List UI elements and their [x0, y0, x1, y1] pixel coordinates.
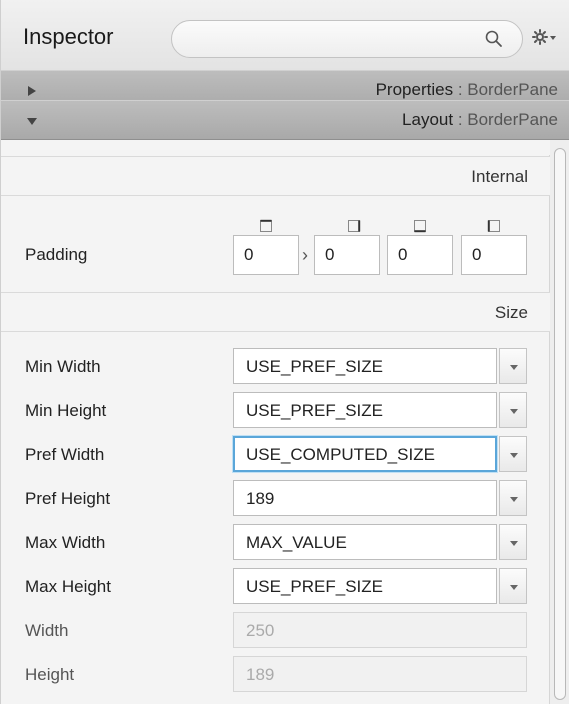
pref-width-field[interactable]: USE_COMPUTED_SIZE	[233, 436, 497, 472]
section-properties-label: Properties	[375, 80, 454, 99]
padding-right-icon	[348, 220, 361, 232]
scrollbar-thumb[interactable]	[554, 148, 566, 700]
pref-height-combo[interactable]: 189	[233, 480, 527, 516]
min-height-label: Min Height	[25, 401, 107, 420]
section-layout-label: Layout	[402, 110, 454, 129]
max-width-dropdown-button[interactable]	[499, 524, 527, 560]
vertical-scrollbar[interactable]	[550, 140, 569, 704]
gear-icon[interactable]	[531, 27, 557, 47]
chevron-down-icon	[510, 365, 518, 370]
section-properties-control: BorderPane	[467, 80, 558, 99]
chevron-down-icon	[510, 497, 518, 502]
chevron-down-icon	[510, 453, 518, 458]
min-width-field[interactable]: USE_PREF_SIZE	[233, 348, 497, 384]
height-label: Height	[25, 665, 75, 684]
group-size-label: Size	[494, 303, 528, 322]
min-width-label: Min Width	[25, 357, 101, 376]
collapse-triangle-icon[interactable]	[25, 114, 39, 128]
section-layout[interactable]: Layout : BorderPane	[1, 100, 569, 140]
max-height-label: Max Height	[25, 577, 111, 596]
group-internal-label: Internal	[471, 167, 528, 186]
chevron-down-icon	[510, 585, 518, 590]
padding-top-field[interactable]: 0	[233, 235, 299, 275]
min-height-field[interactable]: USE_PREF_SIZE	[233, 392, 497, 428]
width-label: Width	[25, 621, 69, 640]
search-input[interactable]	[171, 20, 523, 58]
expand-triangle-icon[interactable]	[25, 84, 39, 98]
search-icon[interactable]	[484, 29, 504, 49]
chevron-down-icon	[510, 409, 518, 414]
max-height-combo[interactable]: USE_PREF_SIZE	[233, 568, 527, 604]
inspector-panel: Inspector Properties: BorderPane Layout…	[0, 0, 569, 704]
max-width-combo[interactable]: MAX_VALUE	[233, 524, 527, 560]
pref-height-field[interactable]: 189	[233, 480, 497, 516]
min-height-dropdown-button[interactable]	[499, 392, 527, 428]
max-height-field[interactable]: USE_PREF_SIZE	[233, 568, 497, 604]
padding-label: Padding	[25, 245, 88, 264]
pref-width-dropdown-button[interactable]	[499, 436, 527, 472]
group-internal: Internal	[1, 156, 550, 196]
width-readonly-field: 250	[233, 612, 527, 648]
padding-left-icon	[487, 220, 500, 232]
group-size: Size	[1, 292, 550, 332]
section-layout-control: BorderPane	[467, 110, 558, 129]
inspector-toolbar: Inspector	[1, 0, 569, 76]
padding-left-field[interactable]: 0	[461, 235, 527, 275]
pref-width-combo[interactable]: USE_COMPUTED_SIZE	[233, 436, 527, 472]
padding-top-icon	[260, 219, 272, 232]
padding-bottom-icon	[414, 220, 426, 233]
min-height-combo[interactable]: USE_PREF_SIZE	[233, 392, 527, 428]
max-width-field[interactable]: MAX_VALUE	[233, 524, 497, 560]
height-readonly-field: 189	[233, 656, 527, 692]
min-width-dropdown-button[interactable]	[499, 348, 527, 384]
panel-title: Inspector	[23, 24, 114, 49]
pref-height-dropdown-button[interactable]	[499, 480, 527, 516]
padding-right-field[interactable]: 0	[314, 235, 380, 275]
pref-width-label: Pref Width	[25, 445, 105, 464]
padding-bottom-field[interactable]: 0	[387, 235, 453, 275]
min-width-combo[interactable]: USE_PREF_SIZE	[233, 348, 527, 384]
pref-height-label: Pref Height	[25, 489, 111, 508]
padding-link-chevron-icon[interactable]: ›	[302, 245, 308, 266]
max-width-label: Max Width	[25, 533, 106, 552]
max-height-dropdown-button[interactable]	[499, 568, 527, 604]
chevron-down-icon	[510, 541, 518, 546]
